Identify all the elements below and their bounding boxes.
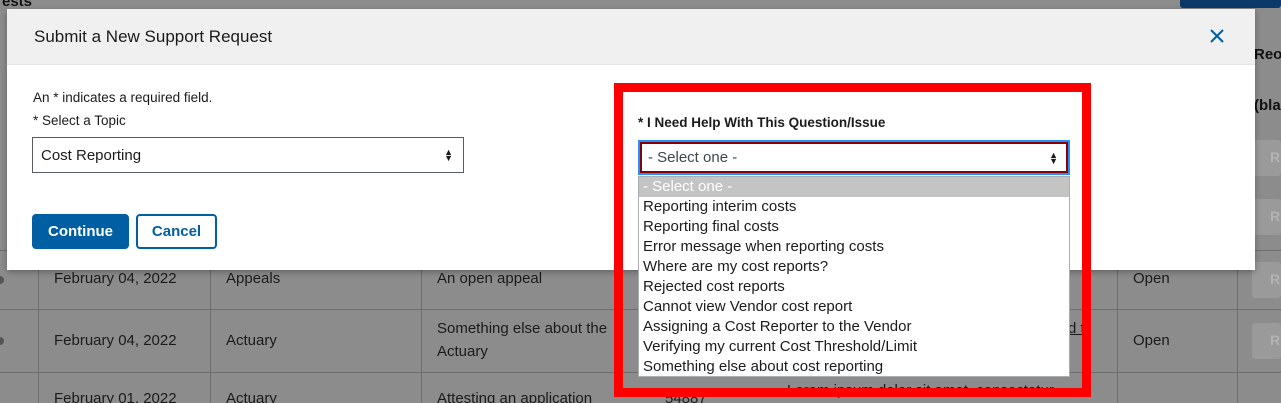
help-select-value: - Select one - (648, 149, 738, 166)
row-description: Something else about the Actuary (437, 320, 608, 360)
required-field-note: An * indicates a required field. (33, 90, 213, 105)
dropdown-option[interactable]: Assigning a Cost Reporter to the Vendor (639, 317, 1069, 337)
row-date: February 04, 2022 (54, 270, 177, 287)
help-question-label: * I Need Help With This Question/Issue (638, 115, 886, 130)
select-arrows-icon: ▲ ▼ (444, 147, 453, 163)
row-action-button: R (1252, 323, 1281, 359)
background-top-button (1180, 0, 1281, 8)
row-status: Open (1133, 332, 1170, 349)
background-column-header: Reo (1254, 46, 1281, 63)
continue-button[interactable]: Continue (32, 214, 129, 249)
modal-title: Submit a New Support Request (34, 27, 273, 46)
background-row-action-button: R (1252, 199, 1281, 235)
row-detail: Lorem ipsum dolor sit amet, consectetur (787, 382, 1054, 399)
row-topic: Actuary (226, 390, 277, 403)
row-date: February 01, 2022 (54, 390, 177, 403)
row-action-button: R (1252, 262, 1281, 298)
row-marker (0, 337, 4, 345)
row-date: February 04, 2022 (54, 332, 177, 349)
row-topic: Appeals (226, 270, 281, 287)
row-description: Attesting an application (437, 390, 593, 403)
dropdown-option[interactable]: Where are my cost reports? (639, 257, 1069, 277)
modal-header: Submit a New Support Request (7, 9, 1255, 65)
row-topic: Actuary (226, 332, 277, 349)
help-question-dropdown: - Select one - Reporting interim costs R… (638, 176, 1070, 377)
cancel-button[interactable]: Cancel (136, 214, 217, 249)
help-question-select[interactable]: - Select one - ▲ ▼ (638, 140, 1070, 175)
dropdown-option[interactable]: Something else about cost reporting (639, 357, 1069, 377)
select-arrows-icon: ▲ ▼ (1049, 149, 1058, 166)
dropdown-option[interactable]: - Select one - (639, 177, 1069, 197)
background-column-subheader: (bla (1254, 97, 1281, 114)
dropdown-option[interactable]: Reporting final costs (639, 217, 1069, 237)
topic-select[interactable]: Cost Reporting ▲ ▼ (32, 137, 464, 173)
close-icon[interactable] (1206, 25, 1228, 47)
topic-select-value: Cost Reporting (41, 146, 142, 164)
dropdown-option[interactable]: Reporting interim costs (639, 197, 1069, 217)
topic-label: * Select a Topic (33, 113, 126, 128)
dropdown-option[interactable]: Verifying my current Cost Threshold/Limi… (639, 337, 1069, 357)
close-icon-glyph (1210, 29, 1224, 43)
row-detail-link: d t (1068, 320, 1085, 337)
row-status: Open (1133, 270, 1170, 287)
background-row-action-button: R (1252, 140, 1281, 176)
row-description: An open appeal (437, 270, 543, 287)
dropdown-option[interactable]: Error message when reporting costs (639, 237, 1069, 257)
dropdown-option[interactable]: Cannot view Vendor cost report (639, 297, 1069, 317)
row-number: 54887 (665, 390, 707, 403)
dropdown-option[interactable]: Rejected cost reports (639, 277, 1069, 297)
row-marker (0, 276, 4, 284)
